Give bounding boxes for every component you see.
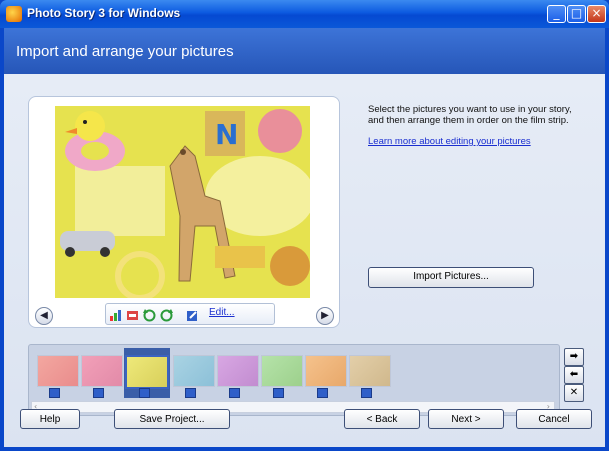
picture-tools-toolbar: Edit... (105, 303, 275, 325)
toy-photo-image: N (55, 106, 310, 298)
thumbnail-edit-icon[interactable] (317, 388, 328, 398)
window-title: Photo Story 3 for Windows (27, 6, 181, 20)
app-window: Photo Story 3 for Windows _ □ × Import a… (0, 0, 609, 451)
next-picture-button[interactable]: ▶ (316, 307, 334, 325)
thumbnail-edit-icon[interactable] (139, 388, 150, 398)
film-strip-thumbnail[interactable] (173, 355, 215, 387)
film-strip-thumbnail[interactable] (305, 355, 347, 387)
photo-story-app-icon (6, 6, 22, 22)
film-strip-thumbnail[interactable] (217, 355, 259, 387)
letter-block-text: N (215, 118, 238, 151)
header-banner: Import and arrange your pictures (4, 28, 605, 74)
move-right-button[interactable]: ➡ (564, 348, 584, 366)
thumbnail-edit-icon[interactable] (93, 388, 104, 398)
client-area: Import and arrange your pictures N ◀ ▶ E… (4, 28, 605, 447)
thumbnail-edit-icon[interactable] (185, 388, 196, 398)
help-button[interactable]: Help (20, 409, 80, 429)
next-button[interactable]: Next > (428, 409, 504, 429)
back-button[interactable]: < Back (344, 409, 420, 429)
film-strip-thumbnail[interactable] (349, 355, 391, 387)
title-bar[interactable]: Photo Story 3 for Windows _ □ × (0, 0, 609, 28)
cancel-button[interactable]: Cancel (516, 409, 592, 429)
rotate-right-icon[interactable] (160, 307, 173, 322)
instructions-text: Select the pictures you want to use in y… (368, 104, 572, 126)
learn-more-link[interactable]: Learn more about editing your pictures (368, 136, 531, 147)
film-strip-thumbnail[interactable] (37, 355, 79, 387)
minimize-button[interactable]: _ (547, 5, 566, 23)
main-content: N ◀ ▶ Edit... Select the pictures you wa… (4, 74, 605, 447)
rotate-left-icon[interactable] (143, 307, 156, 322)
picture-preview-panel: N ◀ ▶ Edit... (28, 96, 340, 328)
film-strip: ‹ › (28, 344, 560, 416)
auto-adjust-icon[interactable] (109, 307, 122, 321)
edit-icon[interactable] (186, 307, 199, 321)
remove-picture-button[interactable]: ✕ (564, 384, 584, 402)
thumbnail-edit-icon[interactable] (49, 388, 60, 398)
thumbnail-edit-icon[interactable] (229, 388, 240, 398)
move-left-button[interactable]: ⬅ (564, 366, 584, 384)
edit-link[interactable]: Edit... (209, 307, 235, 318)
red-eye-icon[interactable] (126, 307, 139, 320)
previous-picture-button[interactable]: ◀ (35, 307, 53, 325)
save-project-button[interactable]: Save Project... (114, 409, 230, 429)
film-strip-thumbnail[interactable] (81, 355, 123, 387)
close-button[interactable]: × (587, 5, 606, 23)
thumbnail-edit-icon[interactable] (273, 388, 284, 398)
thumbnail-edit-icon[interactable] (361, 388, 372, 398)
maximize-button[interactable]: □ (567, 5, 586, 23)
film-strip-thumbnail-selected[interactable] (125, 355, 169, 389)
preview-photo: N (55, 106, 310, 298)
film-strip-thumbnail[interactable] (261, 355, 303, 387)
page-title: Import and arrange your pictures (16, 43, 234, 60)
import-pictures-button[interactable]: Import Pictures... (368, 267, 534, 288)
